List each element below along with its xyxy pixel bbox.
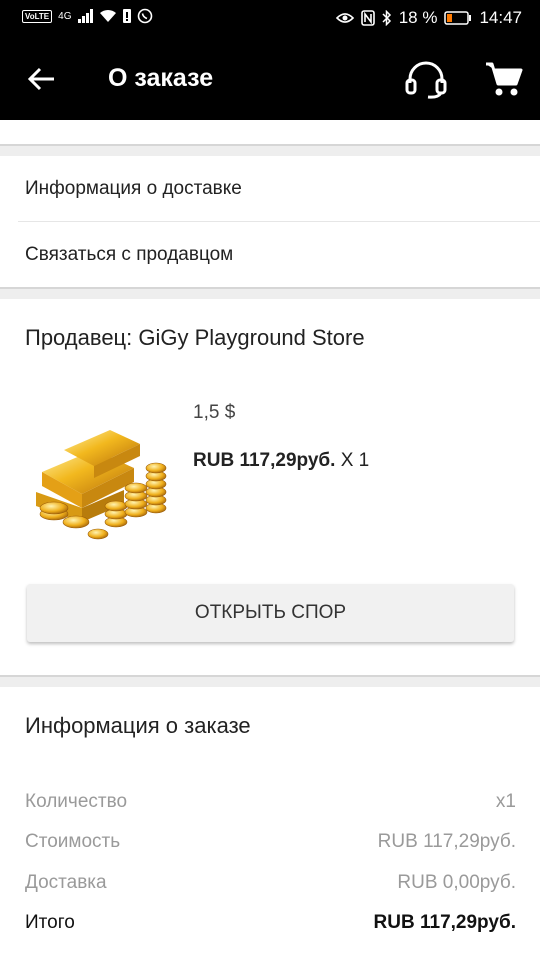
price-line: RUB 117,29руб. X 1 [193, 450, 369, 472]
order-row-cost: Стоимость RUB 117,29руб. [25, 831, 516, 857]
quantity: X 1 [340, 450, 370, 471]
section-divider [0, 144, 540, 156]
order-row-value: RUB 117,29руб. [373, 912, 516, 933]
status-left: VoLTE 4G [22, 8, 153, 24]
order-row-value: x1 [495, 791, 516, 812]
contact-seller-link[interactable]: Связаться с продавцом [0, 222, 540, 287]
order-row-value: RUB 0,00руб. [397, 872, 516, 893]
price-usd: 1,5 $ [193, 402, 236, 423]
page-title: О заказе [108, 64, 214, 92]
delivery-info-label: Информация о доставке [25, 178, 242, 199]
whatsapp-icon [137, 8, 152, 24]
wifi-icon [99, 9, 116, 22]
order-row-label: Количество [25, 791, 128, 812]
bluetooth-icon [382, 10, 391, 26]
order-row-quantity: Количество x1 [25, 791, 516, 817]
app-bar: О заказе [0, 37, 540, 120]
battery-percent: 18 % [398, 8, 438, 27]
status-bar: VoLTE 4G 18 % 14:47 [0, 0, 540, 37]
order-row-label: Доставка [25, 872, 107, 893]
contact-seller-label: Связаться с продавцом [25, 244, 234, 265]
battery-icon [444, 11, 472, 25]
order-row-shipping: Доставка RUB 0,00руб. [25, 872, 516, 898]
order-row-total: Итого RUB 117,29руб. [25, 912, 516, 938]
product-image-gold-bars[interactable] [24, 410, 172, 548]
section-divider [0, 287, 540, 299]
delivery-info-link[interactable]: Информация о доставке [0, 156, 540, 221]
order-row-label: Стоимость [25, 831, 121, 852]
order-row-value: RUB 117,29руб. [377, 831, 516, 852]
signal-icon [77, 9, 93, 23]
clock: 14:47 [479, 8, 522, 27]
nfc-icon [360, 10, 375, 26]
network-type: 4G [58, 10, 72, 22]
status-right: 18 % 14:47 [335, 8, 522, 28]
shopping-cart-icon[interactable] [484, 59, 524, 99]
open-dispute-button[interactable]: ОТКРЫТЬ СПОР [27, 584, 514, 642]
order-info-title: Информация о заказе [25, 713, 251, 738]
price-rub: RUB 117,29руб. [193, 450, 336, 471]
section-divider [0, 675, 540, 687]
eye-icon [335, 13, 354, 23]
back-arrow-icon[interactable] [26, 63, 58, 95]
sim-alert-icon [122, 9, 131, 23]
order-row-label: Итого [25, 912, 75, 933]
volte-icon: VoLTE [22, 9, 53, 23]
seller-name[interactable]: Продавец: GiGy Playground Store [25, 325, 365, 351]
headset-support-icon[interactable] [404, 59, 448, 99]
